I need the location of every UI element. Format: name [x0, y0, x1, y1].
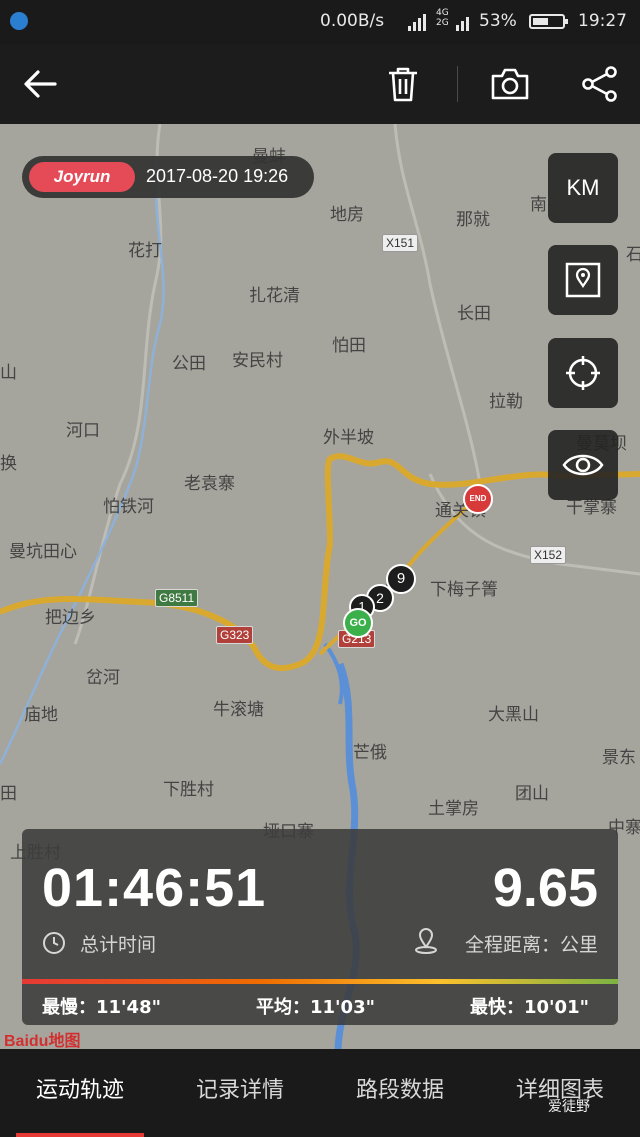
place-label: 团山 [515, 784, 549, 804]
delete-button[interactable] [373, 44, 433, 124]
active-tab-indicator [16, 1133, 144, 1137]
place-label: 地房 [330, 205, 364, 225]
place-label: 换 [0, 454, 17, 474]
crosshair-icon [566, 356, 600, 390]
stats-panel: 01:46:51 9.65 总计时间 全程距离：公里 最慢：11'48" 平均：… [22, 829, 618, 1025]
joyrun-logo: Joyrun [29, 162, 135, 192]
bottom-tab-bar: 运动轨迹 记录详情 路段数据 详细图表 [0, 1049, 640, 1137]
place-label: 河口 [66, 421, 100, 441]
share-icon [582, 66, 617, 102]
tab-label: 路段数据 [355, 1078, 444, 1103]
tab-route[interactable]: 运动轨迹 [0, 1049, 160, 1137]
tab-record-details[interactable]: 记录详情 [160, 1049, 320, 1137]
clock-icon [43, 932, 65, 954]
place-label: 大黑山 [488, 705, 539, 725]
place-label: 安民村 [232, 351, 283, 371]
total-time-value: 01:46:51 [42, 858, 267, 918]
baidu-map-logo: Baidu地图 [4, 1033, 81, 1049]
place-label: 扎花清 [249, 286, 300, 306]
pace-gradient-bar [22, 979, 618, 984]
clock: 19:27 [578, 11, 627, 31]
share-button[interactable] [570, 44, 630, 124]
network-speed: 0.00B/s [320, 11, 385, 31]
place-label: 花打 [128, 241, 162, 261]
map-pin-square-icon [565, 262, 601, 298]
locate-button[interactable] [548, 338, 618, 408]
unit-toggle-button[interactable]: KM [548, 153, 618, 223]
map-layer-button[interactable] [548, 245, 618, 315]
run-datetime: 2017-08-20 19:26 [146, 166, 289, 186]
screenshot-button[interactable] [480, 44, 540, 124]
camera-icon [491, 68, 529, 100]
place-label: 岔河 [86, 668, 120, 688]
road-shield: G8511 [155, 589, 199, 607]
toolbar-divider [457, 66, 458, 102]
place-label: 景东 [602, 748, 636, 768]
distance-label: 全程距离：公里 [464, 934, 598, 956]
status-bar: 0.00B/s 4G 2G 53% 19:27 [0, 0, 640, 44]
battery-percent: 53% [479, 11, 517, 31]
wechat-watermark: 爱徒野 [548, 1099, 590, 1115]
signal-2-icon [456, 17, 469, 31]
tab-detail-charts[interactable]: 详细图表 [480, 1049, 640, 1137]
place-label: 下胜村 [163, 780, 214, 800]
place-label: 拉勒 [489, 392, 523, 412]
place-label: 外半坡 [323, 428, 374, 448]
place-label: 南 [530, 195, 547, 215]
place-label: 田 [0, 784, 17, 804]
place-label: 怕铁河 [103, 497, 154, 517]
place-label: 把边乡 [45, 608, 96, 628]
place-label: 石 [626, 245, 640, 265]
tab-segment-data[interactable]: 路段数据 [320, 1049, 480, 1137]
place-label: 下梅子箐 [430, 580, 498, 600]
average-pace: 平均：11'03" [256, 997, 375, 1018]
tab-label: 记录详情 [195, 1078, 284, 1103]
place-label: 芒俄 [353, 743, 387, 763]
route-map[interactable]: 曼蚌 地房 那就 南 花打 扎花清 长田 石 公田 安民村 怕田 山 拉勒 河口… [0, 124, 640, 1049]
notification-icon [10, 12, 28, 30]
place-label: 公田 [172, 354, 206, 374]
road-shield: X152 [530, 546, 567, 564]
road-shield: G323 [216, 626, 254, 644]
signal-icon [408, 14, 426, 31]
distance-value: 9.65 [492, 858, 598, 918]
view-toggle-button[interactable] [548, 430, 618, 500]
tab-label: 运动轨迹 [35, 1078, 124, 1103]
toolbar [0, 44, 640, 124]
eye-icon [562, 454, 604, 476]
location-pin-icon [415, 928, 437, 954]
trash-icon [389, 67, 417, 102]
river [323, 642, 344, 705]
place-label: 那就 [456, 210, 490, 230]
place-label: 庙地 [24, 705, 58, 725]
unit-label: KM [566, 175, 600, 200]
slowest-pace: 最慢：11'48" [42, 997, 161, 1018]
place-label: 长田 [457, 304, 491, 324]
place-label: 山 [0, 363, 17, 383]
battery-icon [529, 14, 568, 29]
back-button[interactable] [10, 44, 70, 124]
place-label: 曼坑田心 [9, 542, 77, 562]
network-type: 4G 2G [436, 8, 449, 28]
fastest-pace: 最快：10'01" [470, 997, 589, 1018]
back-arrow-icon [24, 70, 57, 98]
place-label: 老袁寨 [184, 474, 235, 494]
joyrun-badge: Joyrun 2017-08-20 19:26 [22, 156, 314, 198]
place-label: 土掌房 [428, 799, 479, 819]
total-time-label: 总计时间 [80, 934, 157, 956]
road-shield: X151 [382, 234, 419, 252]
end-marker[interactable]: END [463, 484, 493, 514]
place-label: 怕田 [332, 336, 366, 356]
start-marker[interactable]: GO [343, 608, 373, 638]
place-label: 牛滚塘 [213, 700, 264, 720]
